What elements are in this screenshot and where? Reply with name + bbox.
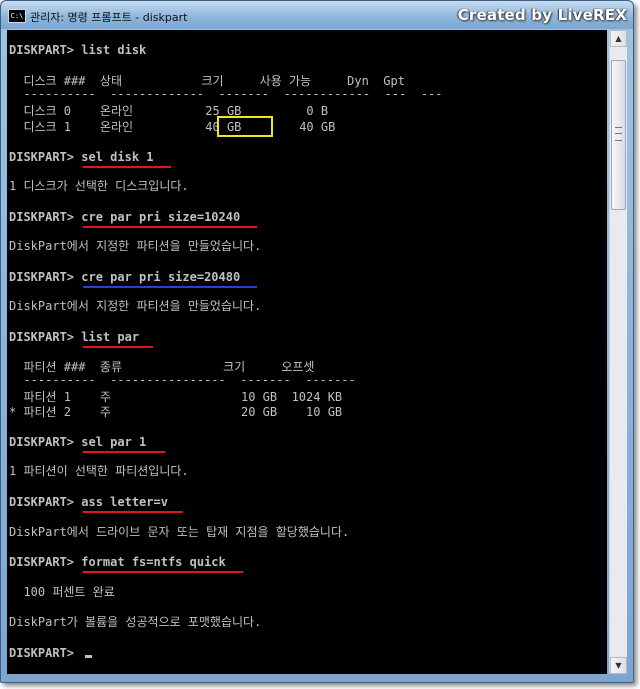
arrow-up-icon[interactable]: ▲ xyxy=(610,30,627,47)
text-cursor xyxy=(85,655,92,658)
output-line: 1 디스크가 선택한 디스크입니다. xyxy=(9,179,189,193)
output-line: 1 파티션이 선택한 파티션입니다. xyxy=(9,464,189,478)
command-prompt: DISKPART> xyxy=(9,646,82,660)
red-underline xyxy=(83,511,183,513)
output-line: DiskPart가 볼륨을 성공적으로 포맷했습니다. xyxy=(9,615,262,629)
disk-table-row: 디스크 0 온라인 25 GB 0 B xyxy=(9,104,329,118)
window-title: 관리자: 명령 프롬프트 - diskpart xyxy=(30,11,188,24)
output-line: DiskPart에서 지정한 파티션을 만들었습니다. xyxy=(9,299,262,313)
command-line: DISKPART> ass letter=v xyxy=(9,495,168,509)
command-line: DISKPART> sel par 1 xyxy=(9,435,147,449)
console-output[interactable]: DISKPART> list disk 디스크 ### 상태 크기 사용 가능 … xyxy=(7,30,607,674)
scrollbar-thumb[interactable] xyxy=(611,60,626,210)
red-underline xyxy=(83,226,257,228)
grip-icon xyxy=(615,127,622,141)
red-underline xyxy=(83,166,171,168)
command-line: DISKPART> format fs=ntfs quick xyxy=(9,555,226,569)
command-line: DISKPART> cre par pri size=20480 xyxy=(9,270,241,284)
partition-table-row: * 파티션 2 주 20 GB 10 GB xyxy=(9,405,343,419)
command-prompt-window: C:\ 관리자: 명령 프롬프트 - diskpart Created by L… xyxy=(0,0,634,683)
command-line: DISKPART> cre par pri size=10240 xyxy=(9,210,241,224)
command-line: DISKPART> list disk xyxy=(9,43,147,57)
highlight-box xyxy=(217,116,273,137)
disk-table-divider: ---------- ------------- ------- -------… xyxy=(9,87,443,101)
output-line: DiskPart에서 지정한 파티션을 만들었습니다. xyxy=(9,239,262,253)
disk-table-row: 디스크 1 온라인 40 GB 40 GB xyxy=(9,120,336,134)
vertical-scrollbar[interactable]: ▲ ▼ xyxy=(609,30,627,674)
watermark: Created by LiveREX xyxy=(457,6,627,24)
blue-underline xyxy=(83,286,257,288)
output-line: DiskPart에서 드라이브 문자 또는 탑재 지점을 할당했습니다. xyxy=(9,525,350,539)
output-line: 100 퍼센트 완료 xyxy=(9,585,115,599)
command-line: DISKPART> list par xyxy=(9,330,140,344)
cmd-icon: C:\ xyxy=(8,9,26,23)
red-underline xyxy=(83,571,243,573)
red-underline xyxy=(83,346,153,348)
partition-table-row: 파티션 1 주 10 GB 1024 KB xyxy=(9,390,343,404)
red-underline xyxy=(83,451,165,453)
partition-table-divider: ---------- ---------------- ------- ----… xyxy=(9,373,356,387)
arrow-down-icon[interactable]: ▼ xyxy=(610,657,627,674)
title-bar[interactable]: C:\ 관리자: 명령 프롬프트 - diskpart Created by L… xyxy=(1,1,633,29)
command-line: DISKPART> sel disk 1 xyxy=(9,150,154,164)
